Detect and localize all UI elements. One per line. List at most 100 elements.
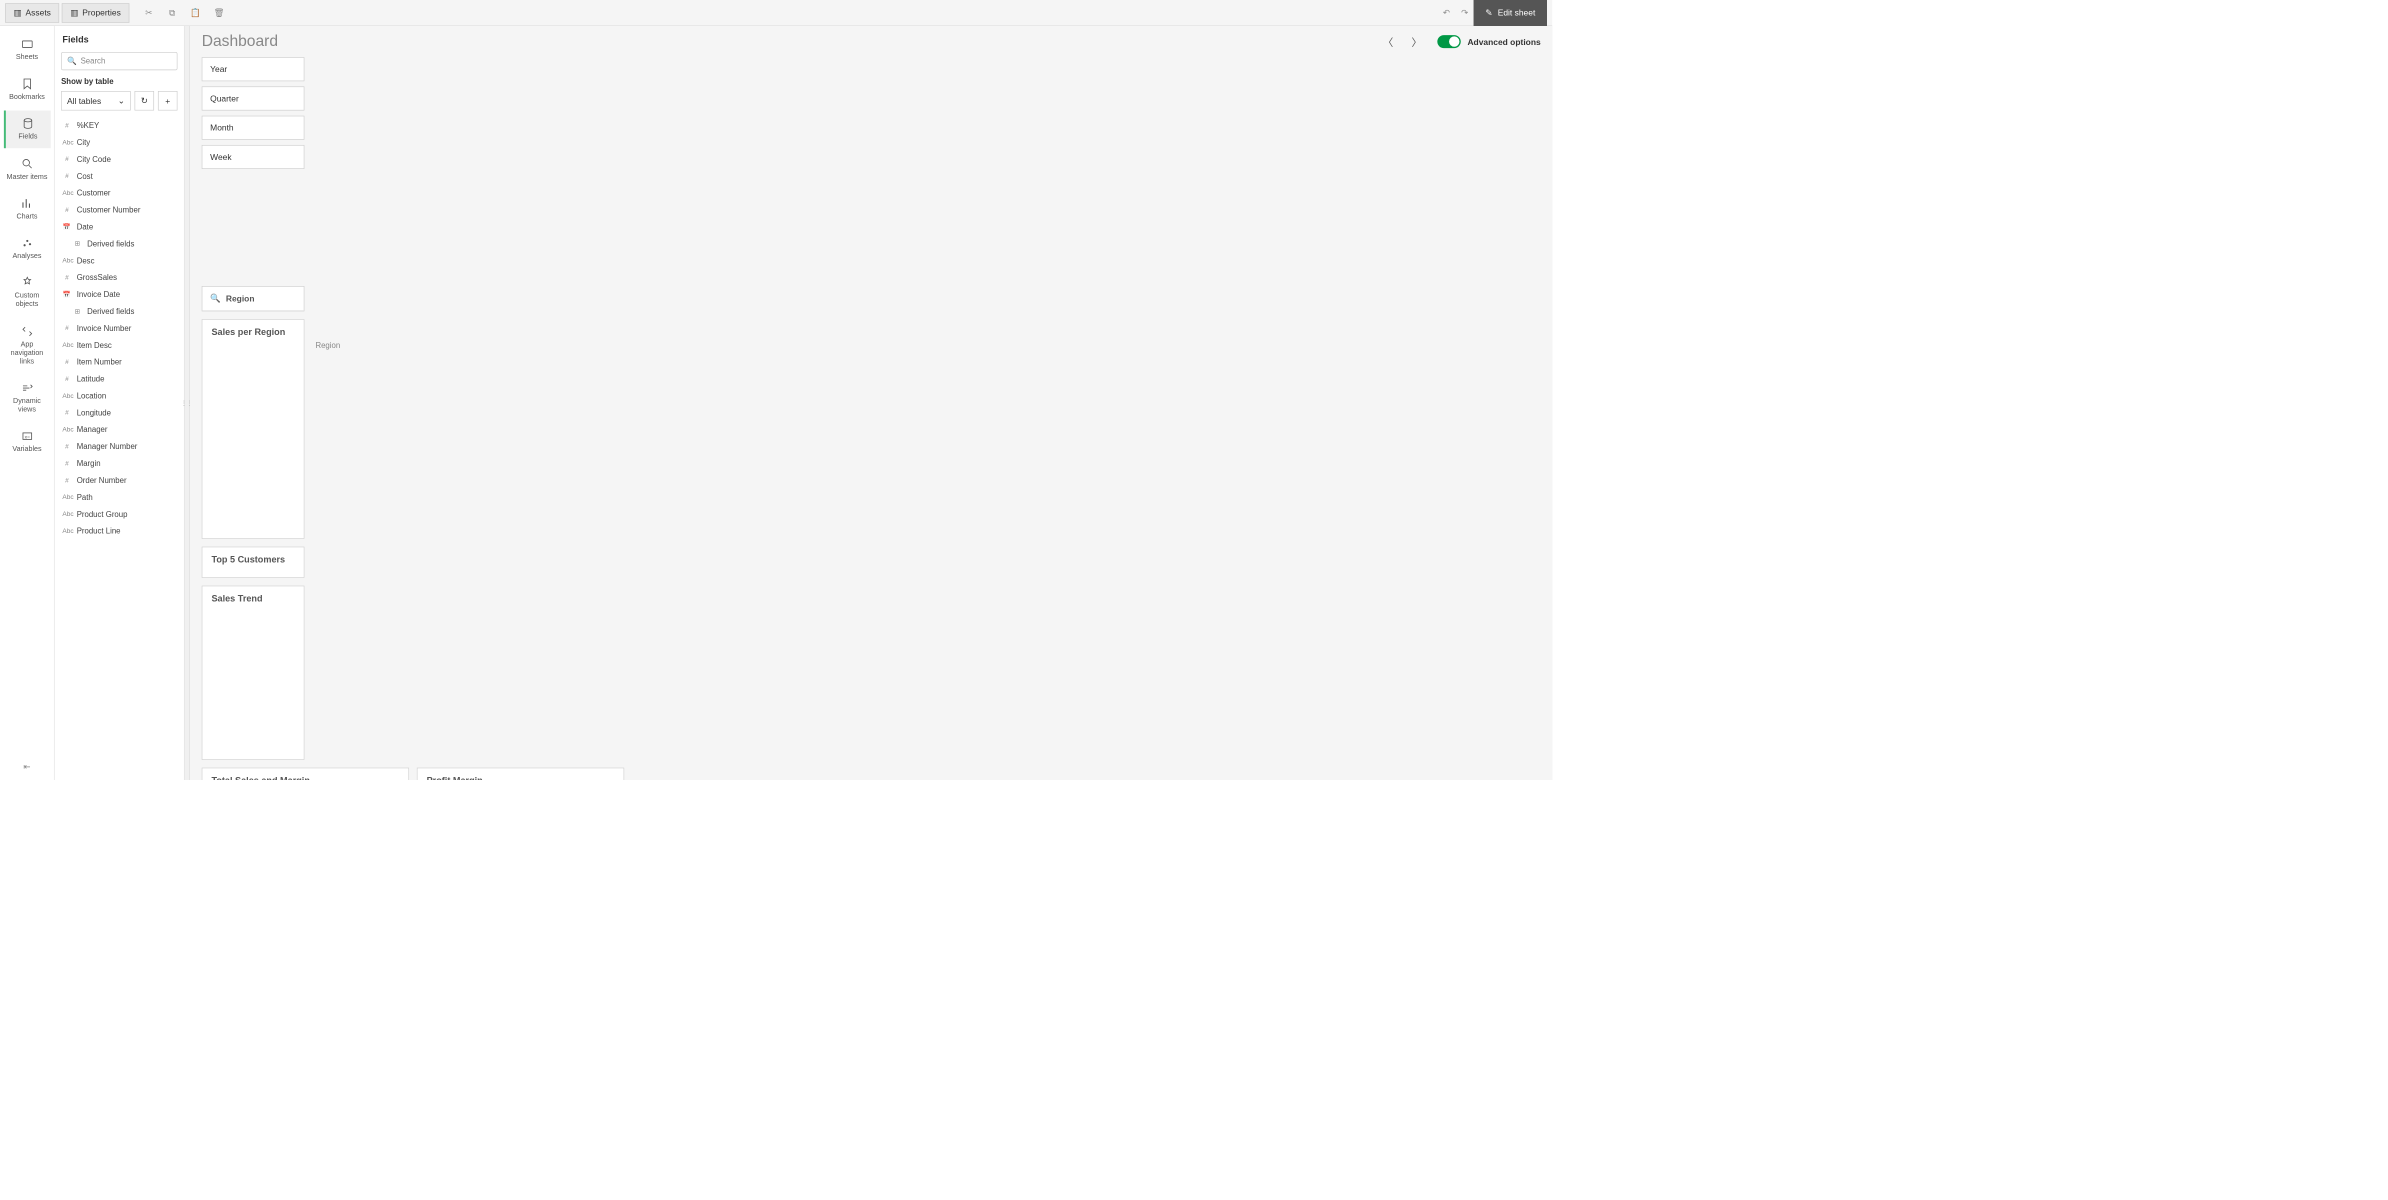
field-type-icon: Abc [62, 426, 71, 433]
field-item[interactable]: AbcItem Desc [55, 337, 184, 354]
rail-variables[interactable]: x=Variables [4, 423, 51, 460]
delete-icon[interactable]: 🗑 [210, 4, 228, 22]
field-type-icon: 📅 [62, 291, 71, 298]
field-item[interactable]: AbcLocation [55, 387, 184, 404]
field-item[interactable]: 📅Invoice Date [55, 286, 184, 303]
field-type-icon: Abc [62, 139, 71, 146]
field-item[interactable]: #Longitude [55, 404, 184, 421]
field-type-icon: Abc [62, 257, 71, 264]
refresh-icon[interactable]: ↻ [135, 91, 155, 110]
next-sheet-icon[interactable]: 〉 [1406, 31, 1427, 52]
redo-icon[interactable]: ↷ [1456, 4, 1474, 22]
cut-icon[interactable]: ✂ [140, 4, 158, 22]
top5-customers-chart[interactable]: Top 5 Customers [202, 547, 305, 578]
rail-sheets[interactable]: Sheets [4, 31, 51, 68]
field-type-icon: ⊞ [73, 240, 82, 247]
field-type-icon: # [62, 409, 71, 416]
field-type-icon: Abc [62, 392, 71, 399]
field-type-icon: Abc [62, 527, 71, 534]
properties-label: Properties [82, 8, 121, 18]
edit-label: Edit sheet [1498, 8, 1536, 18]
showby-label: Show by table [55, 77, 184, 91]
field-item[interactable]: AbcCity [55, 134, 184, 151]
copy-icon[interactable]: ⧉ [163, 4, 181, 22]
dimension-button[interactable]: Week [202, 145, 305, 169]
rail-dynamic-views[interactable]: Dynamic views [4, 375, 51, 421]
field-item[interactable]: #Latitude [55, 371, 184, 388]
canvas: Dashboard 〈 〉 Advanced options YearQuart… [190, 26, 1552, 780]
profit-margin-gauge[interactable]: Profit Margin -50.0% 50.0% 41.3% [417, 768, 624, 780]
page-title: Dashboard [202, 33, 278, 51]
rail-charts[interactable]: Charts [4, 190, 51, 227]
field-item[interactable]: AbcDesc [55, 252, 184, 269]
search-input[interactable]: 🔍 Search [61, 52, 177, 70]
total-sales-kpi[interactable]: Total Sales and Margin Sales 104.9M - 43… [202, 768, 409, 780]
field-item[interactable]: #%KEY [55, 117, 184, 134]
panel-icon: ▥ [14, 7, 22, 17]
add-icon[interactable]: + [158, 91, 178, 110]
field-type-icon: Abc [62, 494, 71, 501]
panel-icon: ▥ [70, 7, 78, 17]
field-type-icon: # [62, 173, 71, 180]
field-item[interactable]: AbcProduct Group [55, 506, 184, 523]
table-select[interactable]: All tables ⌄ [61, 91, 131, 110]
field-item[interactable]: ⊞Derived fields [55, 235, 184, 252]
undo-icon[interactable]: ↶ [1437, 4, 1455, 22]
field-item[interactable]: #Cost [55, 168, 184, 185]
field-type-icon: # [62, 443, 71, 450]
field-item[interactable]: #City Code [55, 151, 184, 168]
field-type-icon: Abc [62, 342, 71, 349]
field-type-icon: # [62, 206, 71, 213]
field-type-icon: ⊞ [73, 308, 82, 315]
field-item[interactable]: #Margin [55, 455, 184, 472]
pencil-icon: ✎ [1485, 7, 1492, 17]
dimension-button[interactable]: Month [202, 116, 305, 140]
rail-master-items[interactable]: Master items [4, 151, 51, 188]
sales-per-region-chart[interactable]: Sales per Region Region [202, 319, 305, 539]
field-item[interactable]: #Item Number [55, 354, 184, 371]
field-type-icon: Abc [62, 189, 71, 196]
assets-tab[interactable]: ▥ Assets [5, 3, 59, 23]
rail-fields[interactable]: Fields [4, 111, 51, 148]
field-item[interactable]: #Invoice Number [55, 320, 184, 337]
field-type-icon: # [62, 325, 71, 332]
properties-tab[interactable]: ▥ Properties [62, 3, 129, 23]
field-type-icon: Abc [62, 511, 71, 518]
field-type-icon: # [62, 477, 71, 484]
field-item[interactable]: AbcPath [55, 489, 184, 506]
field-item[interactable]: #GrossSales [55, 269, 184, 286]
field-item[interactable]: #Customer Number [55, 202, 184, 219]
dimension-button[interactable]: Quarter [202, 86, 305, 110]
fields-title: Fields [55, 26, 184, 52]
field-type-icon: # [62, 122, 71, 129]
sales-trend-chart[interactable]: Sales Trend [202, 586, 305, 760]
field-type-icon: # [62, 274, 71, 281]
prev-sheet-icon[interactable]: 〈 [1378, 31, 1399, 52]
rail-bookmarks[interactable]: Bookmarks [4, 71, 51, 108]
field-item[interactable]: #Order Number [55, 472, 184, 489]
edit-sheet-button[interactable]: ✎ Edit sheet [1474, 0, 1547, 26]
field-item[interactable]: #Manager Number [55, 438, 184, 455]
dimension-button[interactable]: Year [202, 57, 305, 81]
search-icon: 🔍 [210, 293, 221, 303]
rail-custom-objects[interactable]: Custom objects [4, 270, 51, 316]
field-type-icon: # [62, 156, 71, 163]
field-type-icon: # [62, 460, 71, 467]
field-type-icon: # [62, 358, 71, 365]
field-item[interactable]: AbcManager [55, 421, 184, 438]
paste-icon[interactable]: 📋 [186, 4, 204, 22]
field-item[interactable]: 📅Date [55, 218, 184, 235]
field-item[interactable]: AbcProduct Line [55, 523, 184, 540]
field-type-icon: 📅 [62, 223, 71, 230]
assets-label: Assets [26, 8, 51, 18]
field-item[interactable]: AbcCustomer [55, 185, 184, 202]
chevron-down-icon: ⌄ [118, 96, 125, 106]
collapse-rail-icon[interactable]: ⇤ [23, 762, 30, 772]
field-item[interactable]: ⊞Derived fields [55, 303, 184, 320]
left-rail: Sheets Bookmarks Fields Master items Cha… [0, 26, 55, 780]
rail-analyses[interactable]: Analyses [4, 230, 51, 267]
field-type-icon: # [62, 375, 71, 382]
advanced-toggle[interactable] [1437, 35, 1460, 48]
fields-panel: Fields 🔍 Search Show by table All tables… [55, 26, 185, 780]
rail-app-nav[interactable]: App navigation links [4, 318, 51, 372]
